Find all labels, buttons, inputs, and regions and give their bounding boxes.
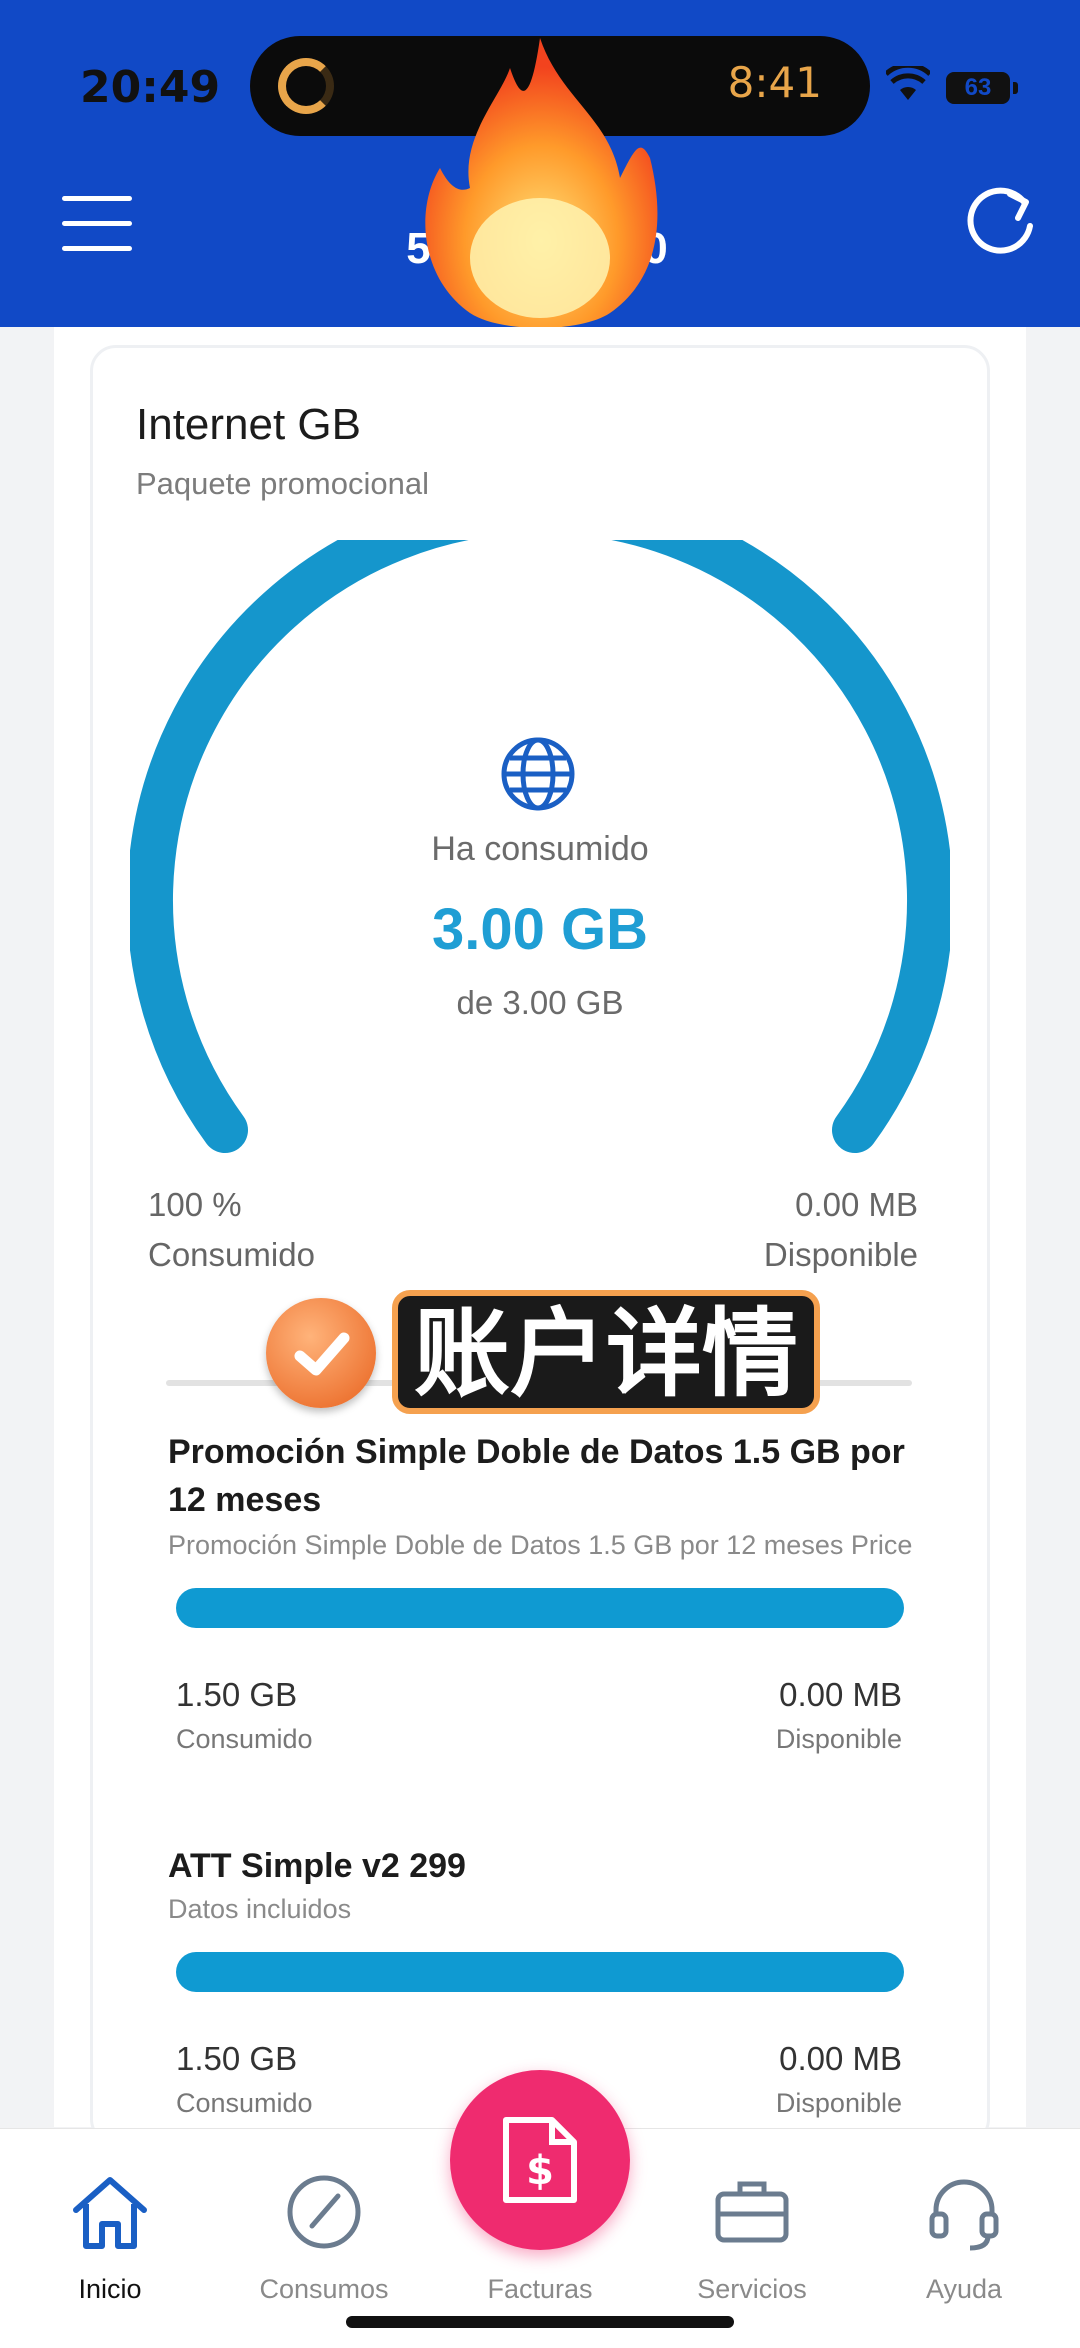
nav-item-consumos[interactable]: Consumos	[234, 2170, 414, 2305]
available-value: 0.00 MB	[795, 1186, 918, 1223]
nav-label: Facturas	[487, 2274, 593, 2304]
home-indicator	[346, 2316, 734, 2328]
gauge-total: de 3.00 GB	[456, 984, 624, 1021]
gauge-icon	[287, 2175, 361, 2249]
headset-icon	[929, 2179, 999, 2251]
facturas-button[interactable]: $	[450, 2070, 630, 2250]
flame-icon	[425, 38, 658, 328]
nav-label: Servicios	[697, 2274, 807, 2304]
globe-icon	[501, 737, 575, 811]
nav-item-ayuda[interactable]: Ayuda	[874, 2170, 1054, 2305]
available-label: Disponible	[763, 1236, 918, 1273]
battery-icon: 63	[946, 72, 1018, 104]
check-badge-icon	[266, 1298, 376, 1408]
consumed-label: Consumido	[148, 1236, 315, 1273]
gauge-value: 3.00 GB	[432, 897, 648, 962]
plan-used-value: 1.50 GB	[176, 2040, 298, 2077]
plan-used-label: Consumido	[176, 2088, 313, 2118]
plan-description: Promoción Simple Doble de Datos 1.5 GB p…	[168, 1530, 913, 1560]
plan-used-value: 1.50 GB	[176, 1676, 298, 1713]
plan-usage-bar	[176, 1952, 904, 1992]
plan-usage-bar	[176, 1588, 904, 1628]
gauge-label: Ha consumido	[431, 830, 649, 868]
timer-ring-icon	[278, 58, 334, 114]
invoice-dollar-icon: $	[503, 2117, 577, 2203]
plan-used-label: Consumido	[176, 1724, 313, 1754]
plan-available-label: Disponible	[775, 2088, 902, 2118]
plan-available-value: 0.00 MB	[779, 1676, 902, 1713]
consumed-percent: 100 %	[148, 1186, 242, 1223]
svg-text:$: $	[526, 2148, 554, 2194]
nav-item-inicio[interactable]: Inicio	[20, 2170, 200, 2305]
home-icon	[73, 2177, 147, 2249]
refresh-icon[interactable]	[958, 180, 1042, 264]
card-title: Internet GB	[136, 400, 362, 449]
menu-icon[interactable]	[62, 196, 132, 252]
nav-label: Inicio	[78, 2274, 142, 2304]
briefcase-icon	[715, 2181, 789, 2243]
app-root: { "status_bar": { "time": "20:49", "isla…	[0, 0, 1080, 2348]
plan-available-value: 0.00 MB	[779, 2040, 902, 2077]
plan-description: Datos incluidos	[168, 1894, 352, 1924]
status-time: 20:49	[80, 62, 221, 113]
overlay-caption: 账户详情	[392, 1290, 820, 1414]
plan-title: ATT Simple v2 299	[168, 1847, 466, 1885]
plan-title: Promoción Simple Doble de Datos 1.5 GB p…	[168, 1433, 905, 1519]
plan-available-label: Disponible	[775, 1724, 902, 1754]
nav-item-servicios[interactable]: Servicios	[662, 2170, 842, 2305]
wifi-icon	[886, 66, 930, 100]
card-subtitle: Paquete promocional	[136, 466, 429, 501]
island-timer: 8:41	[727, 58, 822, 107]
nav-label: Consumos	[259, 2274, 389, 2304]
nav-label: Ayuda	[925, 2274, 1003, 2304]
